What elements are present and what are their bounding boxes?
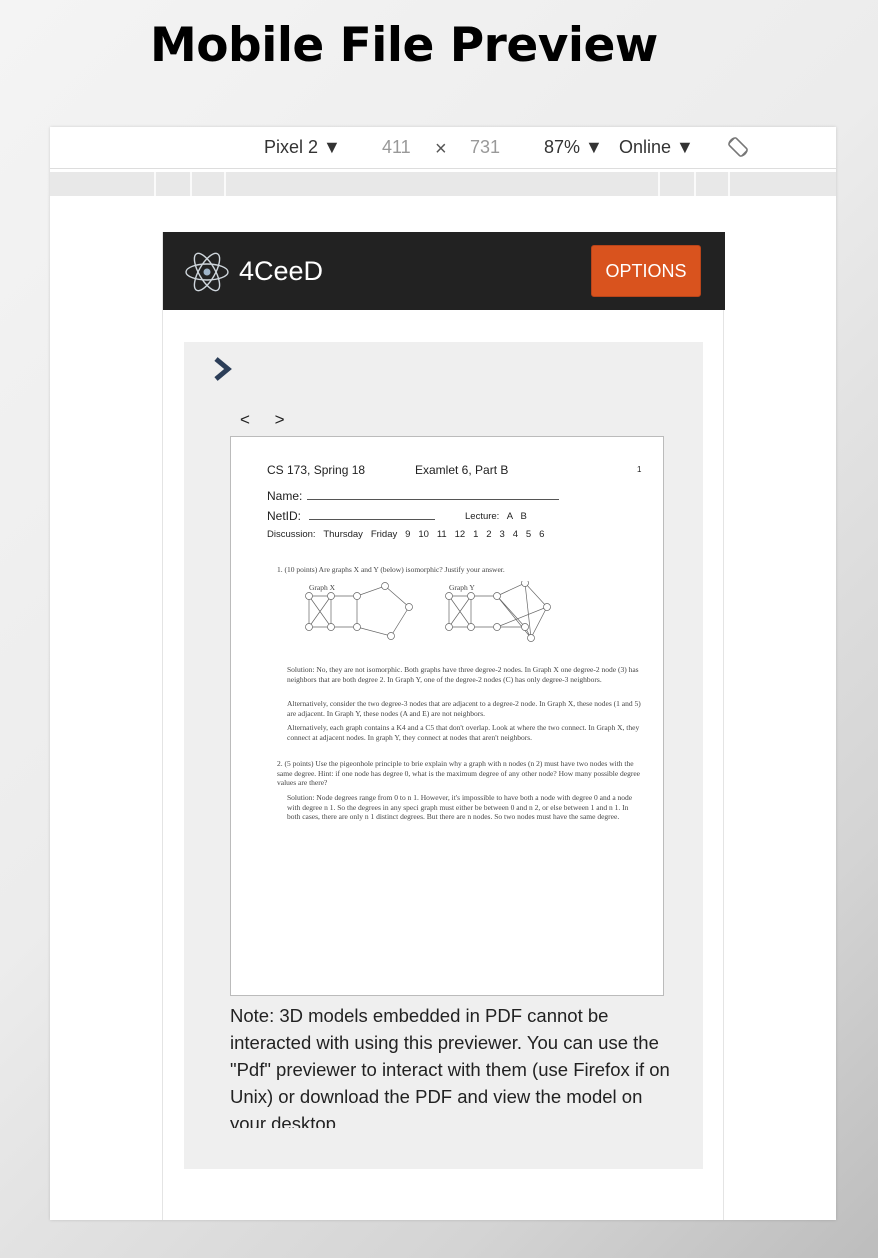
atom-logo-icon[interactable] (183, 248, 231, 301)
netid-line (309, 519, 435, 520)
device-toolbar: Pixel 2 ▼ 411 × 731 87% ▼ Online ▼ (50, 127, 836, 169)
viewport-height-field[interactable]: 731 (470, 137, 500, 158)
preview-note: Note: 3D models embedded in PDF cannot b… (230, 1005, 670, 1128)
doc-discussion: Discussion: Thursday Friday 9 10 11 12 1… (267, 529, 545, 540)
network-throttle-select[interactable]: Online ▼ (619, 137, 694, 158)
dimension-separator: × (435, 138, 447, 160)
doc-course: CS 173, Spring 18 (267, 463, 366, 477)
zoom-select[interactable]: 87% ▼ (544, 137, 603, 158)
doc-solution-4: Solution: Node degrees range from 0 to n… (287, 793, 633, 821)
prev-page-button[interactable]: < (240, 410, 250, 429)
pdf-page[interactable]: CS 173, Spring 18 Examlet 6, Part B 1 Na… (230, 436, 664, 996)
doc-solution-2: Alternatively, consider the two degree-3… (287, 699, 641, 718)
viewport-width-field[interactable]: 411 (382, 137, 411, 158)
brand-name[interactable]: 4CeeD (239, 256, 323, 287)
mobile-viewport: 4CeeD OPTIONS < > CS 173, Spring 18 Exam… (162, 232, 725, 1220)
rotate-icon[interactable] (726, 135, 750, 164)
slide-title: Mobile File Preview (150, 18, 658, 73)
doc-question-1: 1. (10 points) Are graphs X and Y (below… (277, 565, 505, 574)
next-page-button[interactable]: > (275, 410, 285, 429)
doc-solution-3: Alternatively, each graph contains a K4 … (287, 723, 640, 742)
media-query-ruler (50, 172, 836, 196)
app-navbar: 4CeeD OPTIONS (163, 232, 725, 310)
doc-question-2: 2. (5 points) Use the pigeonhole princip… (277, 759, 641, 787)
doc-page-number: 1 (637, 465, 642, 474)
doc-netid-label: NetID: (267, 509, 302, 523)
chevron-right-icon[interactable] (212, 356, 234, 387)
file-preview-panel: < > CS 173, Spring 18 Examlet 6, Part B … (184, 342, 703, 1169)
doc-lecture: Lecture: A B (465, 511, 527, 522)
name-line (307, 499, 559, 500)
options-button[interactable]: OPTIONS (591, 245, 701, 297)
doc-exam: Examlet 6, Part B (415, 463, 509, 477)
doc-name-label: Name: (267, 489, 303, 503)
device-select[interactable]: Pixel 2 ▼ (264, 137, 341, 158)
graph-diagrams (305, 581, 551, 642)
doc-solution-1: Solution: No, they are not isomorphic. B… (287, 665, 639, 684)
browser-devtools-frame: Pixel 2 ▼ 411 × 731 87% ▼ Online ▼ 4CeeD… (50, 127, 836, 1220)
page-pager: < > (240, 410, 305, 430)
